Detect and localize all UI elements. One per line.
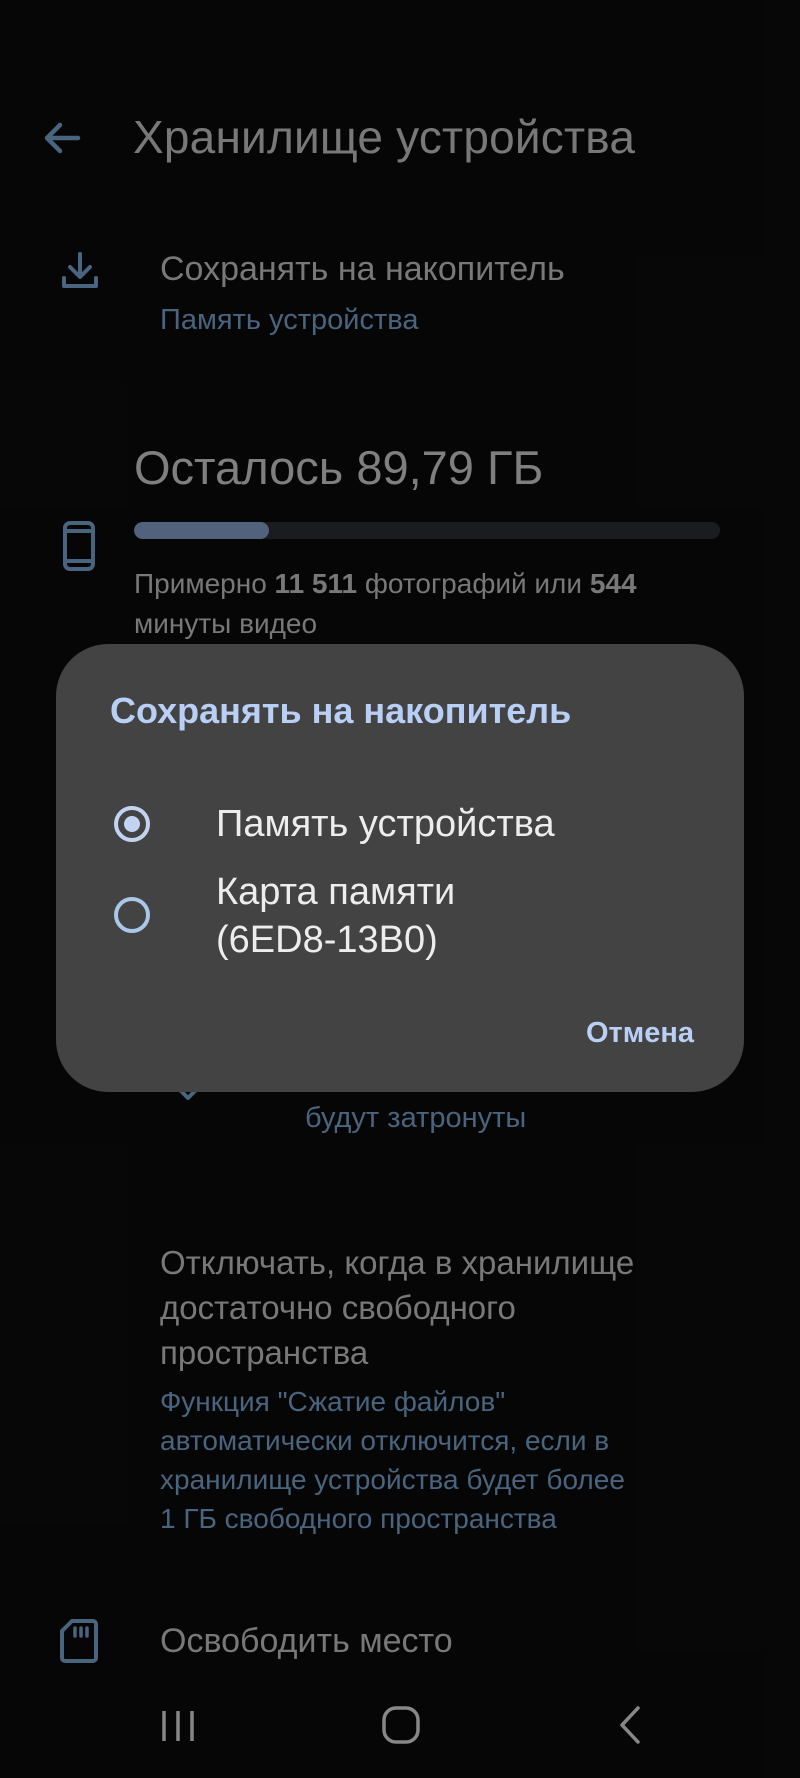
save-to-storage-dialog: Сохранять на накопитель Память устройств… bbox=[56, 644, 744, 1092]
radio-unselected-icon[interactable] bbox=[114, 897, 150, 933]
option-device-memory-label: Память устройства bbox=[216, 803, 555, 845]
option-device-memory[interactable]: Память устройства bbox=[56, 784, 744, 864]
memory-card-line-2: (6ED8-13B0) bbox=[216, 919, 438, 961]
radio-selected-icon[interactable] bbox=[114, 806, 150, 842]
option-memory-card-label: Карта памяти (6ED8-13B0) bbox=[216, 868, 455, 964]
cancel-button[interactable]: Отмена bbox=[586, 1017, 694, 1050]
dialog-title: Сохранять на накопитель bbox=[110, 690, 572, 731]
memory-card-line-1: Карта памяти bbox=[216, 871, 456, 913]
option-memory-card[interactable]: Карта памяти (6ED8-13B0) bbox=[56, 864, 744, 974]
